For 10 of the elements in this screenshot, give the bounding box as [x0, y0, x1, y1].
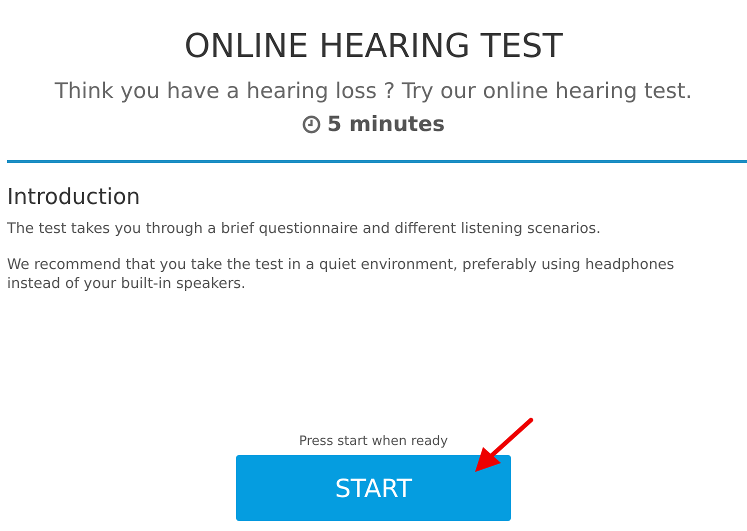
- start-hint: Press start when ready: [299, 434, 448, 449]
- clock-icon: [302, 114, 322, 134]
- section-heading: Introduction: [7, 185, 142, 210]
- subtitle: Think you have a hearing loss ? Try our online hearing test.: [54, 79, 694, 104]
- page-title: ONLINE HEARING TEST: [183, 26, 564, 65]
- arrow-drawing: [472, 417, 534, 475]
- start-button[interactable]: START: [236, 455, 511, 521]
- duration-text: 5 minutes: [327, 112, 445, 136]
- intro-paragraph: We recommend that you take the test in a quiet environment, preferably using headphones instead of your built-in speakers.: [7, 256, 676, 294]
- intro-paragraph: The test takes you through a brief questionnaire and different listening scenarios.: [7, 220, 602, 239]
